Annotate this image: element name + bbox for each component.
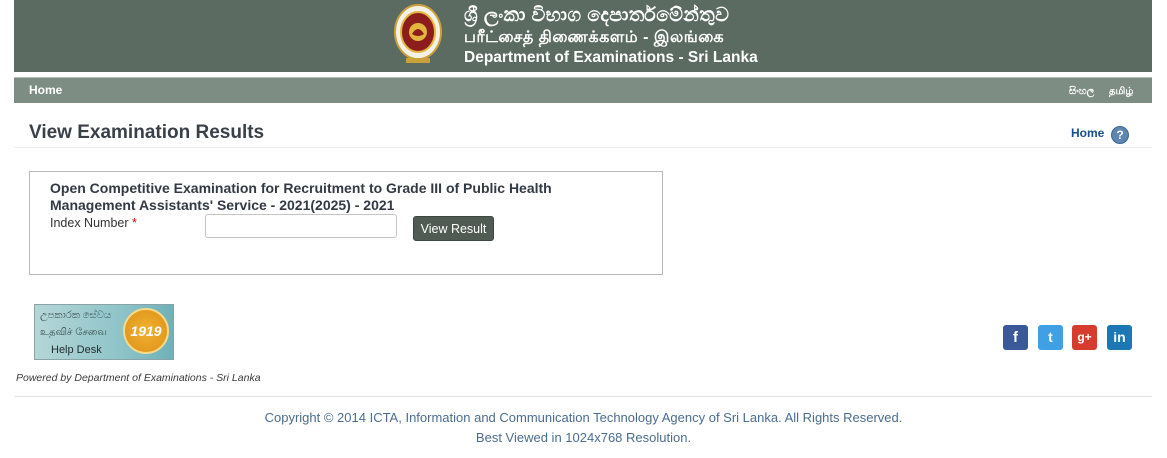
linkedin-icon[interactable]: in xyxy=(1107,325,1132,350)
help-icon[interactable]: ? xyxy=(1111,126,1129,144)
help-desk-sinhala: උපකාරක සේවය xyxy=(40,310,112,321)
help-desk-tamil: உதவிச் சேவை xyxy=(40,327,107,338)
divider xyxy=(14,147,1152,148)
lang-sinhala-link[interactable]: සිංහල xyxy=(1069,86,1094,97)
page-title: View Examination Results xyxy=(29,122,265,143)
sri-lanka-emblem-icon xyxy=(394,4,442,63)
header-title-sinhala: ශ්‍රී ලංකා විභාග දෙපාර්තමේන්තුව xyxy=(464,5,730,26)
nav-home-link[interactable]: Home xyxy=(29,83,62,97)
index-number-label: Index Number * xyxy=(50,216,137,230)
best-viewed-text: Best Viewed in 1024x768 Resolution. xyxy=(475,430,692,445)
required-mark: * xyxy=(132,216,137,230)
help-desk-banner[interactable]: උපකාරක සේවය உதவிச் சேவை Help Desk 1919 xyxy=(34,304,174,360)
view-result-button[interactable]: View Result xyxy=(413,216,494,241)
header-title-tamil: பரீட்சைத் திணைக்களம் - இலங்கை xyxy=(464,29,725,46)
twitter-icon[interactable]: t xyxy=(1038,325,1063,350)
nav-bar: Home සිංහල தமிழ் xyxy=(14,77,1152,103)
facebook-icon[interactable]: f xyxy=(1003,325,1028,350)
exam-title: Open Competitive Examination for Recruit… xyxy=(50,180,552,213)
google-plus-icon[interactable]: g+ xyxy=(1072,325,1097,350)
index-number-label-text: Index Number xyxy=(50,216,129,230)
index-number-input[interactable] xyxy=(205,214,397,238)
header-title-english: Department of Examinations - Sri Lanka xyxy=(464,49,758,66)
copyright-text: Copyright © 2014 ICTA, Information and C… xyxy=(264,410,903,425)
footer-divider xyxy=(14,396,1152,397)
lang-tamil-link[interactable]: தமிழ் xyxy=(1109,86,1133,98)
help-desk-number-badge: 1919 xyxy=(123,308,169,354)
powered-by: Powered by Department of Examinations - … xyxy=(16,372,261,384)
home-link[interactable]: Home xyxy=(1071,126,1104,140)
help-desk-english: Help Desk xyxy=(51,344,102,356)
